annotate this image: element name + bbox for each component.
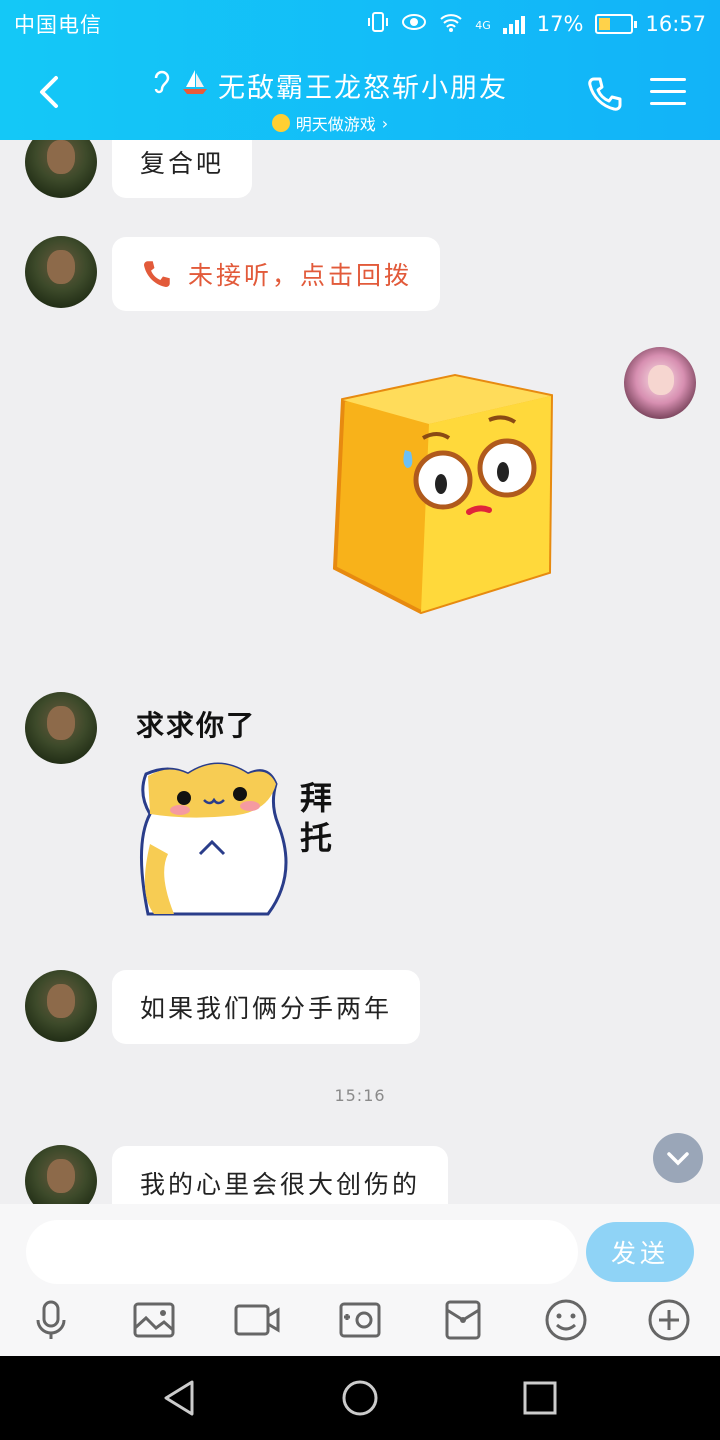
cube-emoji-sticker[interactable] [325, 372, 555, 617]
ear-icon [152, 68, 172, 103]
message-text: 如果我们俩分手两年 [140, 994, 393, 1023]
chat-title-area[interactable]: 无敌霸王龙怒斩小朋友 明天做游戏 › [130, 66, 530, 135]
avatar[interactable] [25, 140, 97, 198]
message-list[interactable]: 复合吧 未接听，点击回拨 求求你了 拜托 如果我们俩分手两年 15:16 我的心… [0, 140, 720, 1204]
missed-call-text: 未接听，点击回拨 [188, 261, 413, 290]
video-icon[interactable] [234, 1298, 280, 1342]
emoji-icon[interactable] [544, 1298, 588, 1342]
back-button[interactable] [30, 70, 74, 114]
chat-subtitle: 明天做游戏 [295, 115, 376, 134]
input-bar: 发送 [0, 1204, 720, 1356]
image-icon[interactable] [132, 1298, 176, 1342]
avatar[interactable] [25, 1145, 97, 1204]
chevron-left-icon [40, 76, 58, 108]
clock: 16:57 [645, 12, 706, 36]
menu-button[interactable] [650, 78, 686, 108]
message-bubble[interactable]: 如果我们俩分手两年 [112, 970, 421, 1044]
avatar-self[interactable] [624, 347, 696, 419]
battery-icon [595, 14, 638, 34]
network-type: 4G [475, 18, 491, 32]
avatar[interactable] [25, 970, 97, 1042]
vibrate-icon [367, 11, 389, 38]
scroll-to-bottom-button[interactable] [653, 1133, 703, 1183]
message-text: 复合吧 [140, 149, 225, 178]
sailboat-icon [180, 67, 210, 104]
sticker-caption-side: 拜托 [300, 779, 333, 857]
camera-icon[interactable] [338, 1298, 382, 1342]
microphone-icon[interactable] [29, 1298, 73, 1342]
carrier-label: 中国电信 [14, 13, 102, 37]
message-bubble[interactable]: 我的心里会很大创伤的 [112, 1146, 449, 1204]
red-packet-icon[interactable] [441, 1298, 485, 1342]
message-bubble[interactable]: 复合吧 [112, 140, 253, 198]
avatar[interactable] [25, 236, 97, 308]
smiley-icon [271, 114, 290, 132]
send-button[interactable]: 发送 [586, 1222, 694, 1282]
phone-icon [144, 261, 170, 287]
status-bar: 中国电信 4G 17% 16:57 [0, 0, 720, 48]
call-button[interactable] [585, 74, 625, 114]
chat-header: 无敌霸王龙怒斩小朋友 明天做游戏 › [0, 48, 720, 140]
navigation-bar [0, 1356, 720, 1440]
phone-icon [588, 77, 622, 111]
signal-icon [502, 14, 525, 34]
toolbar [0, 1298, 720, 1342]
hamster-image [139, 762, 288, 916]
message-input[interactable] [26, 1220, 578, 1284]
avatar[interactable] [25, 692, 97, 764]
message-text: 我的心里会很大创伤的 [140, 1170, 421, 1199]
chat-title: 无敌霸王龙怒斩小朋友 [218, 73, 508, 104]
recent-square-icon[interactable] [520, 1378, 560, 1418]
battery-percent: 17% [536, 12, 584, 36]
plus-icon[interactable] [647, 1298, 691, 1342]
timestamp: 15:16 [334, 1086, 386, 1105]
chevron-right-icon: › [381, 113, 389, 133]
home-circle-icon[interactable] [340, 1378, 380, 1418]
wifi-icon [439, 12, 463, 37]
missed-call-bubble[interactable]: 未接听，点击回拨 [112, 237, 441, 311]
chevron-down-icon [667, 1152, 689, 1166]
sticker-caption: 求求你了 [136, 709, 257, 742]
eye-icon [401, 12, 427, 37]
back-triangle-icon[interactable] [160, 1378, 200, 1418]
hamster-sticker[interactable]: 求求你了 拜托 [128, 700, 348, 925]
